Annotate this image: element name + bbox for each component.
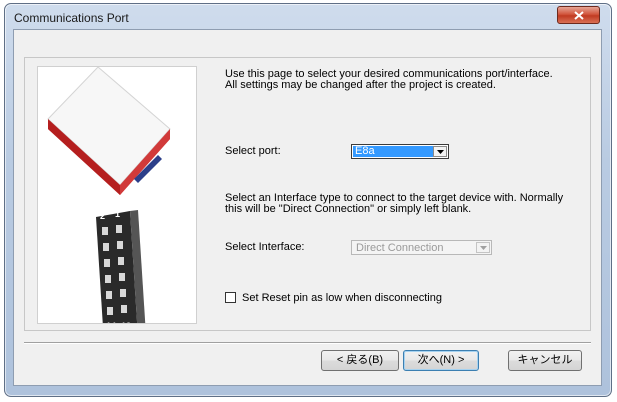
pin-label-1: 1 (115, 209, 120, 219)
port-select[interactable]: E8a (351, 144, 449, 159)
interface-select-value: Direct Connection (356, 242, 444, 254)
intro-text-line2: All settings may be changed after the pr… (225, 79, 496, 91)
select-port-label: Select port: (225, 145, 281, 157)
interface-select[interactable]: Direct Connection (351, 240, 492, 255)
window-title: Communications Port (14, 11, 129, 25)
close-icon (573, 10, 584, 20)
chevron-down-icon[interactable] (476, 242, 490, 253)
back-button[interactable]: < 戻る(B) (321, 350, 399, 371)
port-select-value: E8a (353, 146, 435, 157)
pin-label-2: 2 (100, 211, 105, 221)
device-image: 2 1 14 13 (37, 66, 197, 324)
cancel-button[interactable]: キャンセル (508, 350, 582, 371)
title-bar[interactable]: Communications Port (5, 4, 611, 28)
dialog-body: 2 1 14 13 Use this page to select your d… (13, 29, 602, 386)
chevron-down-icon[interactable] (433, 146, 447, 157)
dialog-window: Communications Port 2 1 Use this page to… (4, 3, 612, 397)
interface-help-line2: this will be "Direct Connection" or simp… (225, 203, 472, 215)
emulator-illustration: 2 1 14 13 (47, 67, 171, 324)
reset-pin-label: Set Reset pin as low when disconnecting (242, 292, 442, 304)
next-button[interactable]: 次へ(N) > (403, 350, 479, 371)
pin-label-14: 14 (106, 321, 116, 324)
footer-divider (24, 342, 591, 344)
pin-label-13: 13 (121, 321, 131, 324)
reset-pin-checkbox[interactable] (225, 292, 236, 303)
close-button[interactable] (557, 6, 600, 24)
select-interface-label: Select Interface: (225, 241, 305, 253)
